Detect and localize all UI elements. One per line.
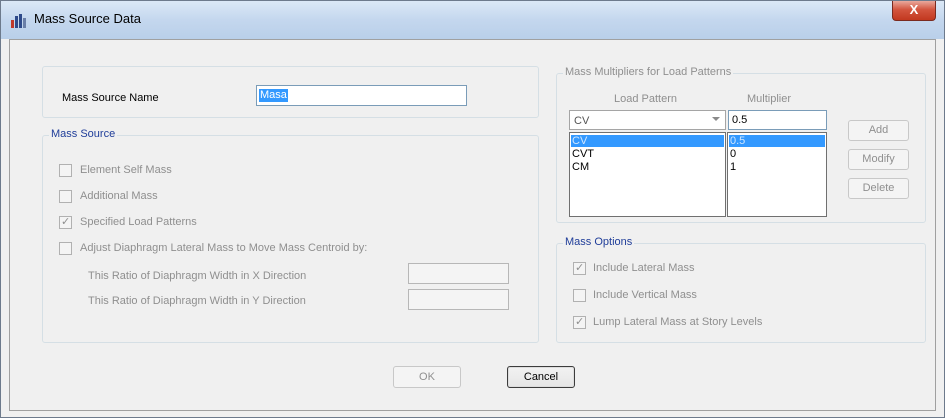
ok-button[interactable]: OK <box>393 366 461 388</box>
load-pattern-dropdown[interactable]: CV <box>569 110 726 130</box>
multiplier-input-value: 0.5 <box>732 114 748 126</box>
ratio-x-label: This Ratio of Diaphragm Width in X Direc… <box>88 270 307 282</box>
window-title: Mass Source Data <box>34 11 141 26</box>
list-item[interactable]: 0.5 <box>729 135 825 147</box>
multiplier-column-header: Multiplier <box>747 93 792 105</box>
specified-load-patterns-checkbox[interactable]: ✓ <box>59 216 72 229</box>
mass-options-legend: Mass Options <box>563 236 635 248</box>
check-icon: ✓ <box>61 216 71 228</box>
list-item[interactable]: CV <box>571 135 724 147</box>
delete-button[interactable]: Delete <box>848 178 909 199</box>
mass-source-name-input[interactable]: Masa <box>256 85 467 106</box>
load-pattern-column-header: Load Pattern <box>614 93 677 105</box>
include-vertical-mass-label: Include Vertical Mass <box>593 289 697 301</box>
mass-source-name-label: Mass Source Name <box>62 92 159 104</box>
lump-lateral-mass-checkbox[interactable]: ✓ <box>573 316 586 329</box>
chevron-down-icon <box>712 117 720 121</box>
list-item[interactable]: CM <box>571 161 724 173</box>
load-pattern-dropdown-value: CV <box>574 115 590 127</box>
check-icon: ✓ <box>575 316 585 328</box>
load-pattern-list[interactable]: CV CVT CM <box>569 132 726 217</box>
multiplier-list[interactable]: 0.5 0 1 <box>727 132 827 217</box>
mass-source-legend: Mass Source <box>49 128 118 140</box>
specified-load-patterns-label: Specified Load Patterns <box>80 216 197 228</box>
dialog-body: Mass Source Name Masa Mass Source Elemen… <box>9 39 936 411</box>
list-item[interactable]: 0 <box>729 148 825 160</box>
close-button[interactable]: X <box>892 1 936 21</box>
multiplier-input[interactable]: 0.5 <box>728 110 827 130</box>
list-item[interactable]: CVT <box>571 148 724 160</box>
cancel-button[interactable]: Cancel <box>507 366 575 388</box>
include-lateral-mass-label: Include Lateral Mass <box>593 262 695 274</box>
mass-source-dialog: Mass Source Data X Mass Source Name Masa… <box>0 0 945 418</box>
ratio-y-label: This Ratio of Diaphragm Width in Y Direc… <box>88 295 306 307</box>
mass-source-name-value: Masa <box>259 89 288 102</box>
additional-mass-checkbox[interactable] <box>59 190 72 203</box>
adjust-diaphragm-checkbox[interactable] <box>59 242 72 255</box>
app-icon <box>11 14 28 28</box>
element-self-mass-label: Element Self Mass <box>80 164 172 176</box>
include-lateral-mass-checkbox[interactable]: ✓ <box>573 262 586 275</box>
element-self-mass-checkbox[interactable] <box>59 164 72 177</box>
ratio-y-input[interactable] <box>408 289 509 310</box>
title-bar[interactable]: Mass Source Data X <box>1 1 944 39</box>
ratio-x-input[interactable] <box>408 263 509 284</box>
include-vertical-mass-checkbox[interactable] <box>573 289 586 302</box>
additional-mass-label: Additional Mass <box>80 190 158 202</box>
adjust-diaphragm-label: Adjust Diaphragm Lateral Mass to Move Ma… <box>80 242 368 254</box>
check-icon: ✓ <box>575 262 585 274</box>
mass-multipliers-legend: Mass Multipliers for Load Patterns <box>563 66 734 78</box>
add-button[interactable]: Add <box>848 120 909 141</box>
lump-lateral-mass-label: Lump Lateral Mass at Story Levels <box>593 316 763 328</box>
modify-button[interactable]: Modify <box>848 149 909 170</box>
list-item[interactable]: 1 <box>729 161 825 173</box>
